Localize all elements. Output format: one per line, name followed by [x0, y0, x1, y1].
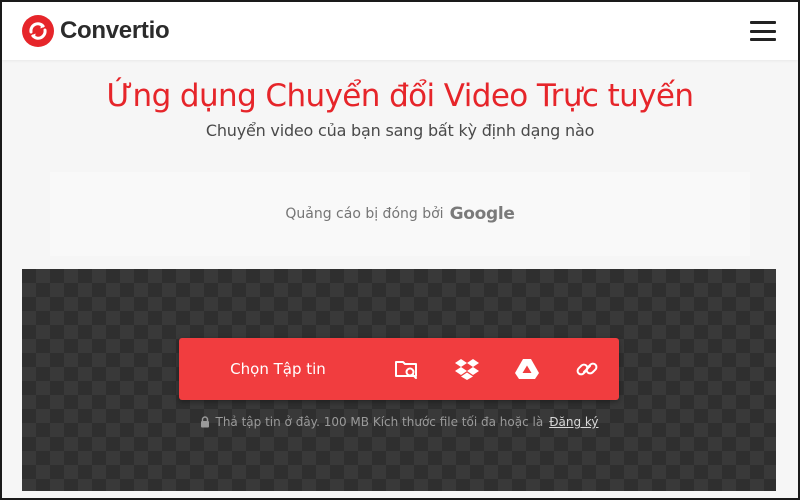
folder-search-icon [395, 361, 417, 379]
hamburger-menu-icon[interactable] [750, 21, 776, 41]
upload-from-dropbox-button[interactable] [437, 338, 497, 400]
convertio-logo-icon [22, 15, 54, 47]
upload-from-google-drive-button[interactable] [497, 338, 557, 400]
menu-line [750, 38, 776, 41]
brand[interactable]: Convertio [22, 15, 170, 47]
upload-from-computer-button[interactable] [377, 338, 437, 400]
top-header: Convertio [2, 2, 798, 60]
menu-line [750, 21, 776, 24]
lock-icon [200, 416, 209, 428]
upload-from-url-button[interactable] [557, 338, 617, 400]
google-drive-icon [515, 359, 539, 379]
page-title: Ứng dụng Chuyển đổi Video Trực tuyến [106, 78, 695, 114]
dropbox-icon [455, 359, 479, 380]
link-icon [576, 362, 598, 376]
choose-files-button[interactable]: Chọn Tập tin [179, 338, 377, 400]
upload-note: Thả tập tin ở đây. 100 MB Kích thước fil… [22, 415, 776, 429]
file-drop-area[interactable]: Chọn Tập tin Thả tập tin ở đây. 100 MB K… [22, 269, 776, 491]
upload-note-text: Thả tập tin ở đây. 100 MB Kích thước fil… [215, 415, 544, 429]
page-subtitle: Chuyển video của bạn sang bất kỳ định dạ… [205, 121, 595, 140]
ad-placeholder: Quảng cáo bị đóng bởi Google [50, 172, 750, 256]
ad-closed-text: Quảng cáo bị đóng bởi [285, 206, 444, 222]
signup-link[interactable]: Đăng ký [549, 415, 598, 429]
google-wordmark: Google [449, 204, 515, 224]
menu-line [750, 29, 776, 33]
brand-name: Convertio [60, 17, 170, 44]
upload-toolbar: Chọn Tập tin [179, 338, 619, 400]
